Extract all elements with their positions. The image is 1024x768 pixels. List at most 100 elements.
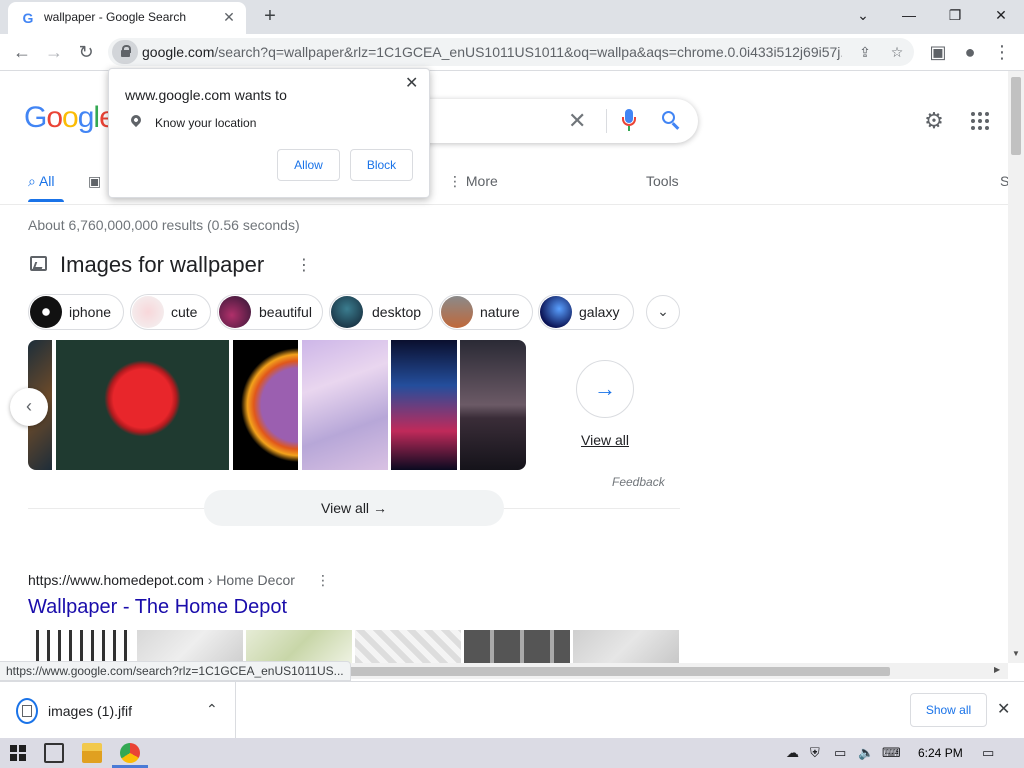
close-shelf-icon[interactable]: ✕ [997, 699, 1010, 719]
show-all-downloads-button[interactable]: Show all [910, 693, 987, 727]
wallpaper-image[interactable] [391, 340, 457, 470]
view-all-button[interactable]: View all → [204, 490, 504, 526]
browser-toolbar: ← → ↻ google.com/search?q=wallpaper&rlz=… [0, 34, 1024, 71]
carousel-next-arrow-icon[interactable]: → [576, 360, 634, 418]
allow-button[interactable]: Allow [277, 149, 340, 181]
chip-thumbnail [219, 296, 251, 328]
tab-more[interactable]: ⋮ More [448, 173, 498, 190]
result-thumbnail[interactable] [355, 630, 461, 663]
popup-close-icon[interactable]: ✕ [405, 73, 418, 93]
voice-search-icon[interactable] [622, 109, 636, 133]
download-file-name: images (1).jfif [48, 703, 133, 719]
feedback-link[interactable]: Feedback [612, 475, 665, 489]
address-bar[interactable]: google.com/search?q=wallpaper&rlz=1C1GCE… [108, 38, 914, 66]
chip-galaxy[interactable]: galaxy [538, 294, 634, 330]
result-thumbnail[interactable] [246, 630, 352, 663]
google-logo[interactable]: Google [24, 101, 116, 135]
file-explorer-icon[interactable] [82, 743, 102, 763]
wallpaper-image[interactable] [233, 340, 298, 470]
tab-safesearch[interactable]: S [1000, 173, 1008, 189]
clock[interactable]: 6:24 PM [918, 746, 963, 760]
location-pin-icon [128, 112, 144, 128]
image-icon [30, 256, 47, 271]
minimize-button[interactable]: — [886, 2, 932, 30]
notifications-icon[interactable]: ▭ [982, 745, 994, 761]
tab-tools[interactable]: Tools [646, 173, 679, 189]
window-close-button[interactable]: ✕ [978, 2, 1024, 30]
tab-images-icon[interactable]: ▣ [88, 173, 101, 190]
onedrive-icon[interactable]: ☁ [786, 745, 799, 761]
restore-button[interactable]: ❐ [932, 2, 978, 30]
chip-thumbnail [132, 296, 164, 328]
back-button[interactable]: ← [8, 39, 36, 67]
logo-letter: g [77, 101, 95, 134]
search-divider [606, 109, 607, 133]
bookmark-star-icon[interactable]: ☆ [886, 41, 908, 63]
permission-heading: www.google.com wants to [125, 87, 287, 103]
security-shield-icon[interactable]: ⛨ [810, 745, 820, 761]
share-icon[interactable]: ⇪ [854, 41, 876, 63]
volume-icon[interactable]: 🔈 [858, 745, 874, 761]
keyboard-icon[interactable]: ⌨ [882, 745, 901, 761]
carousel-prev-icon[interactable]: ‹ [10, 388, 48, 426]
search-icon[interactable] [660, 109, 682, 131]
result-thumbnail[interactable] [573, 630, 679, 663]
status-bubble: https://www.google.com/search?rlz=1C1GCE… [0, 661, 351, 681]
location-permission-popup: www.google.com wants to ✕ Know your loca… [108, 68, 430, 198]
result-thumbnail[interactable] [137, 630, 243, 663]
more-options-icon[interactable]: ⋮ [296, 255, 312, 275]
scroll-thumb[interactable] [1011, 77, 1021, 155]
windows-taskbar: ☁ ⛨ ▭ 🔈 ⌨ 6:24 PM ▭ [0, 738, 1024, 768]
settings-gear-icon[interactable]: ⚙ [922, 109, 946, 133]
side-panel-icon[interactable]: ▣ [924, 39, 952, 67]
google-favicon-icon: G [22, 10, 34, 26]
wallpaper-image[interactable] [56, 340, 229, 470]
wallpaper-image[interactable] [302, 340, 388, 470]
chip-desktop[interactable]: desktop [329, 294, 433, 330]
result-citation[interactable]: https://www.homedepot.com › Home Decor [28, 572, 295, 588]
tab-search-chevron-icon[interactable]: ⌄ [840, 2, 886, 30]
result-thumbnail[interactable] [464, 630, 570, 663]
hscroll-thumb[interactable] [300, 667, 890, 676]
windows-start-icon[interactable] [10, 745, 26, 761]
vertical-scrollbar[interactable]: ▲ ▼ [1008, 71, 1024, 663]
scroll-right-icon[interactable]: ▶ [994, 665, 1000, 674]
download-shelf: images (1).jfif ⌃ Show all ✕ [0, 681, 1024, 738]
forward-button[interactable]: → [40, 39, 68, 67]
chip-beautiful[interactable]: beautiful [217, 294, 323, 330]
view-all-link[interactable]: View all [581, 432, 629, 448]
chips-more-chevron-icon[interactable]: ⌄ [646, 295, 680, 329]
chip-cute[interactable]: cute [130, 294, 211, 330]
result-title-link[interactable]: Wallpaper - The Home Depot [28, 596, 287, 619]
arrow-right-icon: → [372, 500, 387, 516]
network-icon[interactable]: ▭ [834, 745, 846, 761]
result-thumbnail[interactable] [28, 630, 134, 663]
logo-letter: o [46, 101, 63, 134]
block-button[interactable]: Block [350, 149, 413, 181]
chrome-icon[interactable] [120, 743, 140, 763]
wallpaper-image[interactable] [460, 340, 526, 470]
result-stats: About 6,760,000,000 results (0.56 second… [28, 217, 300, 233]
profile-avatar-icon[interactable]: ● [956, 39, 984, 67]
chip-nature[interactable]: nature [439, 294, 533, 330]
address-url[interactable]: google.com/search?q=wallpaper&rlz=1C1GCE… [142, 44, 842, 60]
task-view-icon[interactable] [44, 743, 64, 763]
google-apps-icon[interactable] [971, 112, 991, 132]
scroll-down-icon[interactable]: ▼ [1012, 649, 1020, 658]
file-icon [16, 698, 38, 724]
chevron-up-icon[interactable]: ⌃ [206, 701, 218, 718]
result-options-icon[interactable]: ⋮ [316, 572, 330, 589]
logo-letter: o [62, 101, 79, 134]
download-item[interactable]: images (1).jfif ⌃ [0, 682, 236, 738]
chrome-menu-icon[interactable]: ⋮ [988, 39, 1016, 67]
chip-iphone[interactable]: iphone [28, 294, 124, 330]
tab-strip: G wallpaper - Google Search ✕ + ⌄ — ❐ ✕ [0, 0, 1024, 34]
tab-close-icon[interactable]: ✕ [220, 8, 238, 26]
browser-tab[interactable]: G wallpaper - Google Search ✕ [8, 2, 246, 34]
lock-icon[interactable] [112, 40, 138, 64]
new-tab-button[interactable]: + [258, 5, 282, 29]
reload-button[interactable]: ↻ [72, 39, 100, 67]
tab-all[interactable]: ⌕ All [28, 173, 55, 190]
chip-thumbnail [331, 296, 363, 328]
clear-search-icon[interactable]: ✕ [568, 108, 586, 134]
